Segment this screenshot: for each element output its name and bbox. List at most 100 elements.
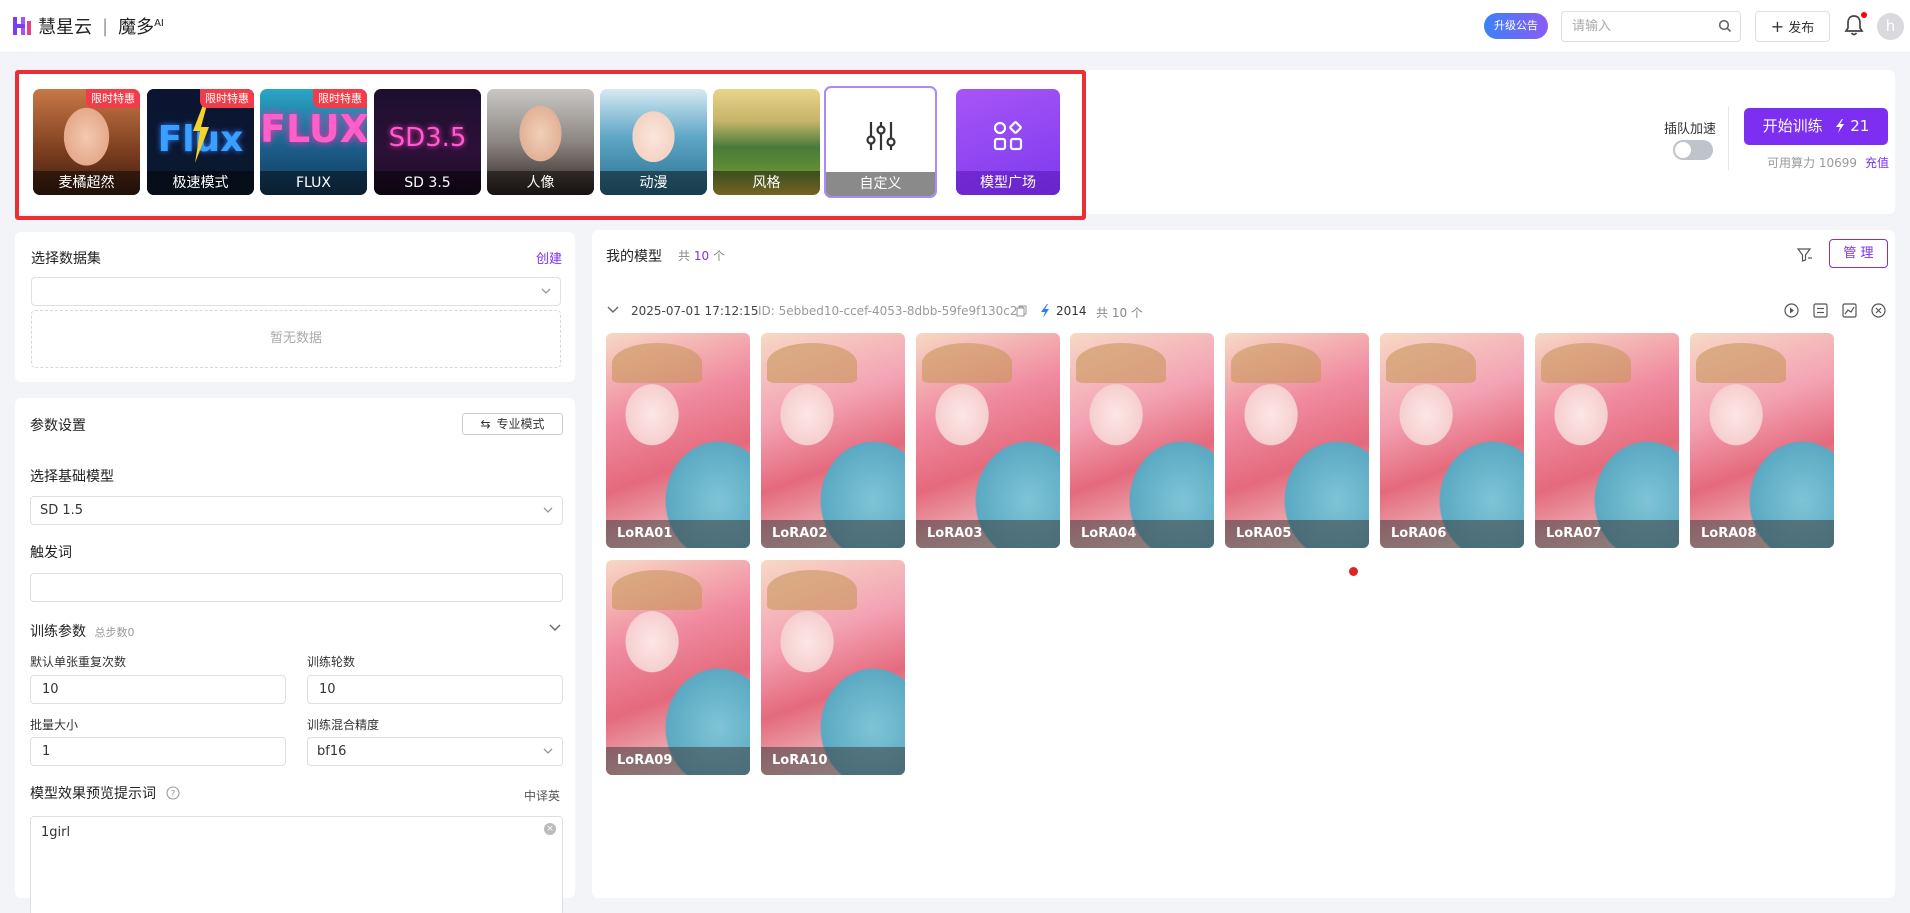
- grid-icon: [993, 121, 1023, 151]
- model-card-portrait[interactable]: 人像: [487, 89, 594, 195]
- model-thumbnail[interactable]: LoRA05: [1225, 333, 1369, 548]
- anime-girl-image: [1541, 343, 1631, 383]
- translate-button[interactable]: 中译英: [524, 787, 560, 804]
- queue-accelerate-label: 插队加速: [1664, 122, 1717, 137]
- pro-mode-button[interactable]: ⇆ 专业模式: [462, 413, 563, 435]
- model-thumbnail-label: LoRA10: [761, 747, 905, 775]
- base-model-select[interactable]: SD 1.5: [30, 496, 563, 525]
- model-card-style[interactable]: 风格: [713, 89, 820, 195]
- brand-name: 慧星云: [38, 17, 92, 38]
- anime-girl-image: [922, 343, 1012, 383]
- epochs-label: 训练轮数: [307, 655, 356, 669]
- logo-divider: |: [102, 15, 109, 37]
- avatar[interactable]: h: [1877, 13, 1904, 40]
- model-thumbnail[interactable]: LoRA07: [1535, 333, 1679, 548]
- list-icon[interactable]: [1812, 302, 1829, 319]
- chevron-down-icon: [543, 748, 553, 754]
- search-icon[interactable]: [1718, 19, 1732, 33]
- model-thumbnail[interactable]: LoRA10: [761, 560, 905, 775]
- model-thumbnail-label: LoRA03: [916, 520, 1060, 548]
- model-card-label: 人像: [487, 171, 594, 195]
- publish-button[interactable]: + 发布: [1755, 11, 1830, 42]
- promo-badge: 限时特惠: [200, 89, 254, 108]
- chevron-down-icon[interactable]: [549, 623, 561, 632]
- group-id: ID: 5ebbed10-ccef-4053-8dbb-59fe9f130c20: [758, 304, 1026, 318]
- queue-accelerate-toggle[interactable]: [1673, 140, 1713, 160]
- dataset-title: 选择数据集: [31, 251, 101, 267]
- repeat-input[interactable]: 10: [30, 675, 286, 704]
- flux-art-text: FLUX: [260, 107, 367, 151]
- model-thumbnail[interactable]: LoRA08: [1690, 333, 1834, 548]
- brand-logo[interactable]: 慧星云 | 魔多AI: [12, 13, 164, 39]
- model-card-label: 风格: [713, 171, 820, 195]
- chart-icon[interactable]: [1841, 302, 1858, 319]
- model-thumbnail[interactable]: LoRA03: [916, 333, 1060, 548]
- batch-size-label: 批量大小: [30, 718, 79, 732]
- model-card-custom[interactable]: 自定义: [824, 86, 937, 198]
- model-thumbnail-label: LoRA05: [1225, 520, 1369, 548]
- anime-girl-image: [1696, 343, 1786, 383]
- preview-prompt-label: 模型效果预览提示词 ?: [30, 783, 181, 803]
- slider-icon: [866, 122, 896, 150]
- help-icon[interactable]: ?: [166, 786, 181, 800]
- model-thumbnail[interactable]: LoRA01: [606, 333, 750, 548]
- precision-value: bf16: [317, 744, 347, 759]
- close-icon[interactable]: ×: [544, 823, 556, 835]
- chevron-down-icon: [541, 288, 551, 294]
- promo-badge: 限时特惠: [313, 89, 367, 108]
- anime-girl-image: [767, 570, 857, 610]
- group-count: 共 10 个: [1096, 306, 1143, 320]
- batch-size-input[interactable]: 1: [30, 737, 286, 766]
- preview-prompt-textarea[interactable]: 1girl ×: [30, 816, 563, 913]
- model-card-label: 麦橘超然: [33, 171, 140, 195]
- epochs-input[interactable]: 10: [307, 675, 563, 704]
- history-icon[interactable]: [1783, 302, 1800, 319]
- create-dataset-link[interactable]: 创建: [536, 248, 562, 267]
- params-title: 参数设置: [30, 418, 86, 434]
- group-timestamp: 2025-07-01 17:12:15: [631, 304, 759, 318]
- product-name: 魔多AI: [118, 17, 164, 38]
- my-models-count: 共 10 个: [678, 249, 725, 263]
- model-thumbnail-label: LoRA09: [606, 747, 750, 775]
- trigger-word-input[interactable]: [30, 573, 563, 602]
- filter-icon[interactable]: [1797, 248, 1813, 262]
- dataset-empty-state: 暂无数据: [31, 310, 561, 368]
- manage-button[interactable]: 管 理: [1829, 239, 1888, 268]
- model-thumbnail[interactable]: LoRA06: [1380, 333, 1524, 548]
- start-training-button[interactable]: 开始训练 21: [1744, 108, 1888, 145]
- chevron-down-icon[interactable]: [607, 305, 619, 314]
- search-input[interactable]: [1562, 12, 1702, 41]
- model-card-majuchaoran[interactable]: 限时特惠 麦橘超然: [33, 89, 140, 195]
- anime-girl-image: [612, 570, 702, 610]
- repeat-label: 默认单张重复次数: [30, 655, 127, 669]
- group-cost: 2014: [1056, 304, 1087, 318]
- publish-label: 发布: [1788, 21, 1815, 36]
- model-card-plaza[interactable]: 模型广场: [956, 89, 1060, 195]
- model-thumbnail-label: LoRA02: [761, 520, 905, 548]
- copy-icon[interactable]: [1016, 305, 1027, 317]
- model-card-turbo[interactable]: Flux 限时特惠 极速模式: [147, 89, 254, 195]
- precision-select[interactable]: bf16: [307, 737, 563, 766]
- close-icon[interactable]: [1870, 302, 1887, 319]
- anime-girl-image: [1386, 343, 1476, 383]
- anime-girl-image: [1231, 343, 1321, 383]
- dataset-select[interactable]: [31, 277, 561, 306]
- model-card-anime[interactable]: 动漫: [600, 89, 707, 195]
- model-card-label: 动漫: [600, 171, 707, 195]
- model-thumbnail[interactable]: LoRA02: [761, 333, 905, 548]
- train-params-label: 训练参数 总步数0: [30, 624, 135, 640]
- preview-prompt-value: 1girl: [41, 825, 71, 840]
- model-card-sd35[interactable]: SD3.5 SD 3.5: [374, 89, 481, 195]
- model-card-flux[interactable]: FLUX 限时特惠 FLUX: [260, 89, 367, 195]
- base-model-label: 选择基础模型: [30, 469, 114, 485]
- model-thumbnail[interactable]: LoRA04: [1070, 333, 1214, 548]
- top-header: 慧星云 | 魔多AI 升级公告 +发布 h: [0, 0, 1910, 53]
- model-card-label: 极速模式: [147, 171, 254, 195]
- promo-badge: 限时特惠: [86, 89, 140, 108]
- recharge-link[interactable]: 充值: [1865, 154, 1889, 171]
- start-training-label: 开始训练: [1762, 117, 1823, 135]
- upgrade-notice-button[interactable]: 升级公告: [1484, 13, 1548, 39]
- lightning-icon: [1836, 119, 1845, 133]
- available-compute: 可用算力 10699: [1767, 156, 1858, 170]
- model-thumbnail[interactable]: LoRA09: [606, 560, 750, 775]
